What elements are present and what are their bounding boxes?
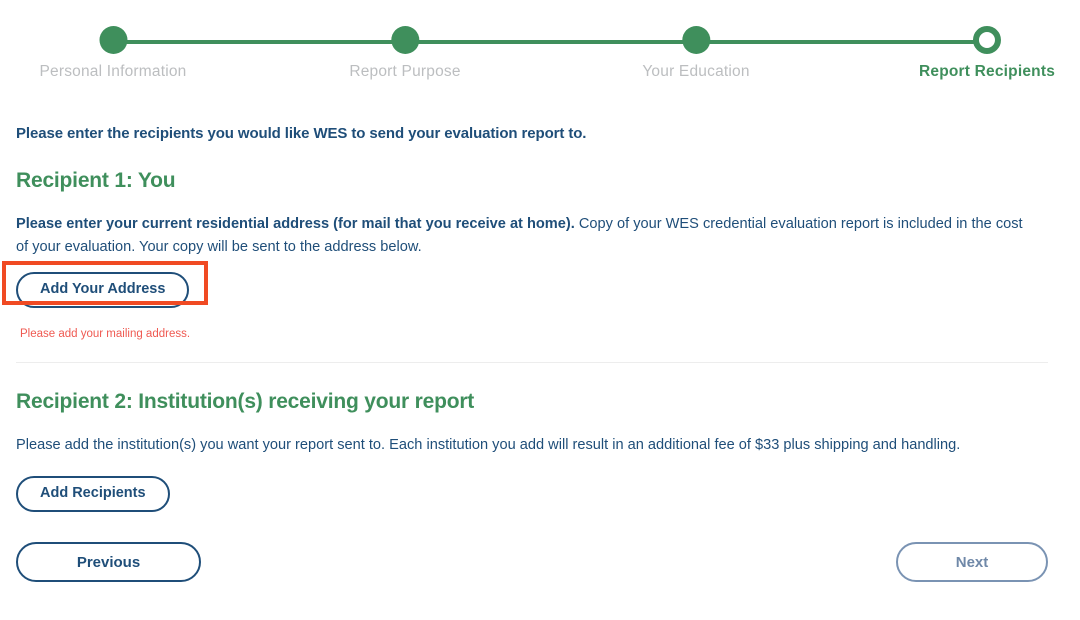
add-recipients-group: Add Recipients [16, 475, 1064, 512]
stepper-step-label: Your Education [642, 63, 750, 80]
recipient-2-description: Please add the institution(s) you want y… [16, 437, 961, 454]
recipient-1-description: Please enter your current residential ad… [16, 213, 1036, 258]
stepper-step-personal-information[interactable]: Personal Information [39, 0, 186, 81]
add-address-group: Add Your Address [2, 261, 208, 309]
stepper-step-report-recipients[interactable]: Report Recipients [919, 0, 1055, 81]
recipient-1-title: Recipient 1: You [16, 169, 176, 192]
stepper-step-your-education[interactable]: Your Education [642, 0, 749, 81]
step-dot-active-icon [972, 26, 1001, 54]
page-title: Please enter the recipients you would li… [16, 125, 587, 142]
step-dot-complete-icon [391, 26, 419, 54]
recipient-2-title: Recipient 2: Institution(s) receiving yo… [16, 390, 475, 414]
stepper-step-label: Report Recipients [918, 63, 1056, 80]
section-divider [16, 362, 1048, 364]
footer-navigation: Previous Next [16, 542, 1064, 582]
main-content: Please enter the recipients you would li… [0, 125, 1080, 512]
stepper-step-label: Report Purpose [349, 63, 461, 80]
add-your-address-button[interactable]: Add Your Address [16, 272, 190, 309]
previous-button[interactable]: Previous [16, 542, 201, 582]
next-button[interactable]: Next [896, 542, 1048, 582]
step-dot-complete-icon [682, 26, 710, 54]
step-dot-complete-icon [99, 26, 127, 54]
stepper-step-label: Personal Information [39, 63, 187, 80]
stepper-step-report-purpose[interactable]: Report Purpose [349, 0, 460, 81]
progress-stepper: Personal Information Report Purpose Your… [0, 0, 1080, 92]
add-recipients-button[interactable]: Add Recipients [16, 475, 170, 512]
address-error-message: Please add your mailing address. [20, 328, 191, 341]
recipient-1-description-bold: Please enter your current residential ad… [16, 216, 575, 232]
stepper-track [113, 40, 986, 44]
